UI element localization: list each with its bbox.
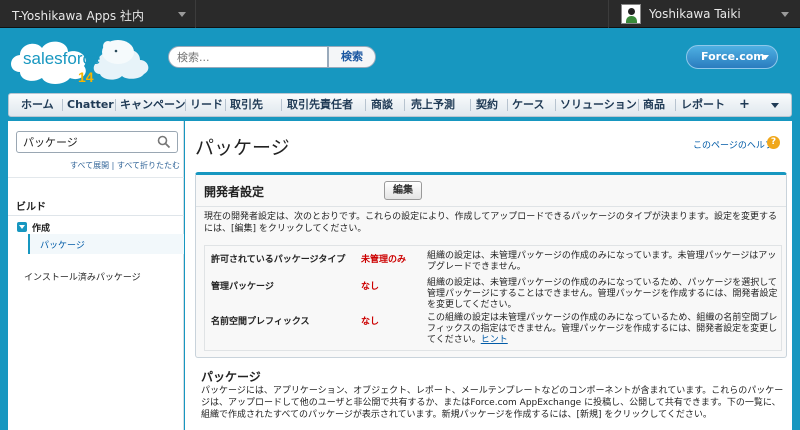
help-link[interactable]: このページのヘルプ — [693, 138, 774, 151]
sidebar-heading-build: ビルド — [16, 202, 46, 213]
tab-divider — [507, 99, 508, 111]
search-button[interactable]: 検索 — [328, 46, 376, 68]
panel-title: 開発者設定 — [204, 185, 265, 199]
divider — [196, 206, 786, 207]
user-menu[interactable]: Yoshikawa Taiki — [608, 0, 800, 28]
tab-divider — [185, 99, 186, 111]
tab-divider — [470, 99, 471, 111]
tab-divider — [638, 99, 639, 111]
app-switcher[interactable]: Force.com — [686, 45, 778, 69]
app-switcher-label: Force.com — [701, 50, 765, 63]
packages-section-title: パッケージ — [201, 370, 261, 384]
page-title: パッケージ — [195, 137, 290, 159]
search-input[interactable] — [177, 47, 317, 67]
panel-description: 現在の開発者設定は、次のとおりです。これらの設定により、作成してアップロードでき… — [204, 212, 778, 234]
avatar — [621, 4, 641, 24]
logo-version: 14 — [78, 69, 94, 84]
setting-label: 管理パッケージ — [211, 282, 274, 292]
hint-link[interactable]: ヒント — [481, 335, 508, 345]
help-icon[interactable]: ? — [767, 136, 780, 149]
search-icon[interactable] — [157, 135, 171, 149]
tab-divider — [365, 99, 366, 111]
collapse-all-link[interactable]: すべて折りたたむ — [117, 161, 180, 170]
chevron-down-icon[interactable] — [771, 103, 779, 108]
setting-label: 許可されているパッケージタイプ — [211, 255, 346, 265]
salesforce-logo[interactable]: salesforce 14 — [6, 32, 154, 84]
tab-contacts[interactable]: 取引先責任者 — [287, 94, 353, 116]
developer-settings-panel: 開発者設定 編集 現在の開発者設定は、次のとおりです。これらの設定により、作成し… — [195, 172, 787, 358]
tree-item-create[interactable]: 作成 — [32, 221, 50, 234]
tab-products[interactable]: 商品 — [643, 94, 665, 116]
all-tabs-button[interactable]: + — [739, 94, 750, 116]
tab-divider — [281, 99, 282, 111]
setting-value: なし — [361, 282, 380, 292]
tab-divider — [62, 99, 63, 111]
tab-bar: ホーム Chatter キャンペーン リード 取引先 取引先責任者 商談 売上予… — [8, 93, 792, 117]
setting-description: 組織の設定は、未管理パッケージの作成のみになっているため、パッケージを選択して管… — [427, 278, 778, 310]
tab-contracts[interactable]: 契約 — [476, 94, 498, 116]
settings-table: 許可されているパッケージタイプ 未管理のみ 組織の設定は、未管理パッケージの作成… — [204, 245, 782, 351]
quick-find[interactable] — [16, 131, 178, 153]
org-name: T-Yoshikawa Apps 社内 — [12, 9, 144, 23]
divider — [8, 215, 184, 216]
setting-label: 名前空間プレフィックス — [211, 317, 310, 327]
user-name: Yoshikawa Taiki — [649, 7, 741, 21]
tab-forecasts[interactable]: 売上予測 — [411, 94, 455, 116]
chevron-down-icon — [781, 12, 789, 17]
chevron-down-icon — [761, 55, 769, 60]
link-separator: | — [111, 161, 115, 170]
sidebar-item-packages[interactable]: パッケージ — [28, 234, 184, 254]
tab-cases[interactable]: ケース — [512, 94, 544, 116]
tab-accounts[interactable]: 取引先 — [230, 94, 263, 116]
tab-divider — [404, 99, 405, 111]
app-header: salesforce 14 検索 Force.com — [0, 29, 800, 89]
global-header: T-Yoshikawa Apps 社内 Yoshikawa Taiki — [0, 0, 800, 28]
setting-description: 組織の設定は、未管理パッケージの作成のみになっています。未管理パッケージはアップ… — [427, 251, 777, 272]
chevron-down-icon — [178, 12, 186, 17]
logo-wordmark: salesforce — [23, 49, 100, 68]
tab-divider — [115, 99, 116, 111]
setting-value: なし — [361, 317, 380, 327]
tab-home[interactable]: ホーム — [21, 94, 54, 116]
org-switcher[interactable]: T-Yoshikawa Apps 社内 — [0, 0, 196, 28]
tab-opportunities[interactable]: 商談 — [371, 94, 393, 116]
setting-description-wrap: この組織の設定は未管理パッケージの作成のみになっているため、組織の名前空間プレフ… — [427, 313, 779, 346]
edit-button[interactable]: 編集 — [384, 181, 422, 200]
global-search[interactable] — [168, 46, 328, 68]
tab-solutions[interactable]: ソリューション — [560, 94, 637, 116]
tab-chatter[interactable]: Chatter — [67, 94, 114, 116]
setting-value: 未管理のみ — [361, 255, 407, 265]
tab-divider — [225, 99, 226, 111]
tab-campaigns[interactable]: キャンペーン — [120, 94, 185, 116]
divider — [8, 177, 184, 178]
sidebar-item-installed-packages[interactable]: インストール済みパッケージ — [24, 270, 141, 283]
tab-reports[interactable]: レポート — [681, 94, 725, 116]
tab-leads[interactable]: リード — [190, 94, 223, 116]
expand-all-link[interactable]: すべて展開 — [70, 161, 109, 170]
expand-collapse-links: すべて展開 | すべて折りたたむ — [8, 160, 180, 171]
sidebar-item-label: パッケージ — [40, 241, 85, 251]
setup-sidebar: すべて展開 | すべて折りたたむ ビルド 作成 パッケージ インストール済みパッ… — [8, 121, 184, 430]
tab-divider — [555, 99, 556, 111]
quick-find-input[interactable] — [23, 132, 153, 152]
packages-section-description: パッケージには、アプリケーション、オブジェクト、レポート、メールテンプレートなど… — [201, 386, 784, 420]
setting-description: この組織の設定は未管理パッケージの作成のみになっているため、組織の名前空間プレフ… — [427, 313, 778, 345]
tree-collapse-icon[interactable] — [17, 222, 27, 232]
main-content: パッケージ このページのヘルプ ? 開発者設定 編集 現在の開発者設定は、次のと… — [185, 121, 792, 430]
tab-divider — [675, 99, 676, 111]
